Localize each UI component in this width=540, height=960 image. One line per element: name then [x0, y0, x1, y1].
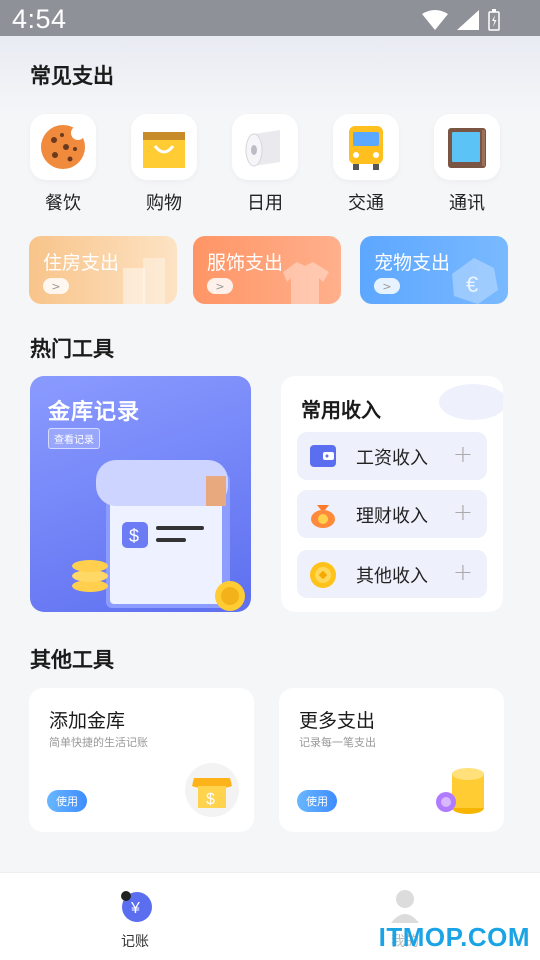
- category-label: 购物: [146, 193, 182, 214]
- pet-expense-card[interactable]: € 宠物支出 >: [360, 236, 508, 304]
- vault-record-card[interactable]: 金库记录 查看记录 $: [30, 376, 251, 612]
- more-expense-title: 更多支出: [299, 710, 376, 732]
- housing-expense-card[interactable]: 住房支出 >: [29, 236, 177, 304]
- coin-icon: [310, 562, 336, 588]
- category-label: 交通: [348, 193, 384, 214]
- income-item-label: 其他收入: [356, 566, 428, 587]
- add-vault-subtitle: 简单快捷的生活记账: [49, 736, 148, 749]
- decorative-disc-icon: [439, 384, 503, 420]
- money-shop-icon: $: [185, 763, 239, 817]
- arrow-right-icon: >: [207, 278, 233, 294]
- income-item-label: 理财收入: [356, 506, 428, 527]
- money-bag-icon: [311, 505, 335, 528]
- add-vault-card[interactable]: 添加金库 简单快捷的生活记账 使用 $: [29, 688, 254, 832]
- tissue-roll-icon: [245, 130, 280, 167]
- tab-bookkeeping-label: 记账: [121, 934, 149, 950]
- category-label: 通讯: [449, 193, 485, 214]
- bus-icon: [349, 126, 383, 170]
- section-title-other-tools: 其他工具: [30, 648, 114, 672]
- income-item-label: 工资收入: [356, 448, 428, 469]
- use-button[interactable]: 使用: [297, 790, 337, 812]
- use-button[interactable]: 使用: [47, 790, 87, 812]
- building-icon: [123, 258, 165, 304]
- wallet-icon: [310, 445, 336, 467]
- svg-text:¥: ¥: [130, 900, 140, 917]
- category-transport[interactable]: 交通: [331, 114, 401, 215]
- add-vault-title: 添加金库: [49, 710, 126, 732]
- category-dining[interactable]: 餐饮: [28, 114, 98, 215]
- tshirt-icon: [283, 262, 329, 304]
- category-daily-use[interactable]: 日用: [230, 114, 300, 215]
- cookie-icon: [41, 125, 85, 169]
- yen-wallet-icon: ¥: [121, 891, 152, 922]
- arrow-right-icon: >: [43, 278, 69, 294]
- tab-bookkeeping[interactable]: ¥ 记账: [95, 887, 175, 951]
- clothing-expense-card[interactable]: 服饰支出 >: [193, 236, 341, 304]
- income-item-finance[interactable]: 理财收入 +: [297, 490, 487, 538]
- wifi-icon: [422, 10, 448, 30]
- vault-record-title: 金库记录: [48, 400, 141, 425]
- svg-text:€: €: [466, 272, 478, 297]
- section-title-hot-tools: 热门工具: [30, 337, 114, 361]
- arrow-right-icon: >: [374, 278, 400, 294]
- section-title-common-expense: 常见支出: [30, 64, 114, 88]
- svg-text:$: $: [129, 526, 139, 546]
- income-item-other[interactable]: 其他收入 +: [297, 550, 487, 598]
- status-bar: 4:54: [0, 0, 540, 36]
- watermark-text: ITMOP.COM: [378, 922, 530, 952]
- common-income-title: 常用收入: [301, 398, 381, 422]
- add-icon[interactable]: +: [453, 498, 473, 526]
- euro-badge-icon: €: [452, 258, 498, 304]
- housing-expense-label: 住房支出: [43, 252, 120, 274]
- common-income-card: 常用收入 工资收入 + 理财收入 + 其他收入 +: [281, 376, 503, 612]
- category-label: 日用: [247, 193, 283, 214]
- category-label: 餐饮: [45, 193, 81, 214]
- category-communication[interactable]: 通讯: [432, 114, 502, 215]
- battery-icon: [488, 9, 500, 31]
- status-time: 4:54: [12, 4, 67, 34]
- user-icon: [391, 890, 419, 923]
- coin-stack-icon: [436, 768, 484, 814]
- more-expense-card[interactable]: 更多支出 记录每一笔支出 使用: [279, 688, 504, 832]
- pet-expense-label: 宠物支出: [374, 252, 451, 274]
- view-records-button[interactable]: 查看记录: [48, 428, 100, 449]
- add-icon[interactable]: +: [453, 440, 473, 468]
- status-icons: [422, 9, 500, 31]
- clothing-expense-label: 服饰支出: [207, 252, 284, 274]
- add-icon[interactable]: +: [453, 558, 473, 586]
- signal-icon: [457, 10, 479, 30]
- tablet-icon: [448, 128, 486, 168]
- shopping-bag-icon: [143, 132, 185, 168]
- expense-category-row: 餐饮 购物 日用 交通 通讯: [0, 114, 540, 214]
- scroll-ledger-icon: $: [72, 460, 245, 611]
- svg-text:$: $: [206, 791, 215, 808]
- income-item-salary[interactable]: 工资收入 +: [297, 432, 487, 480]
- more-expense-subtitle: 记录每一笔支出: [299, 736, 376, 749]
- category-shopping[interactable]: 购物: [129, 114, 199, 215]
